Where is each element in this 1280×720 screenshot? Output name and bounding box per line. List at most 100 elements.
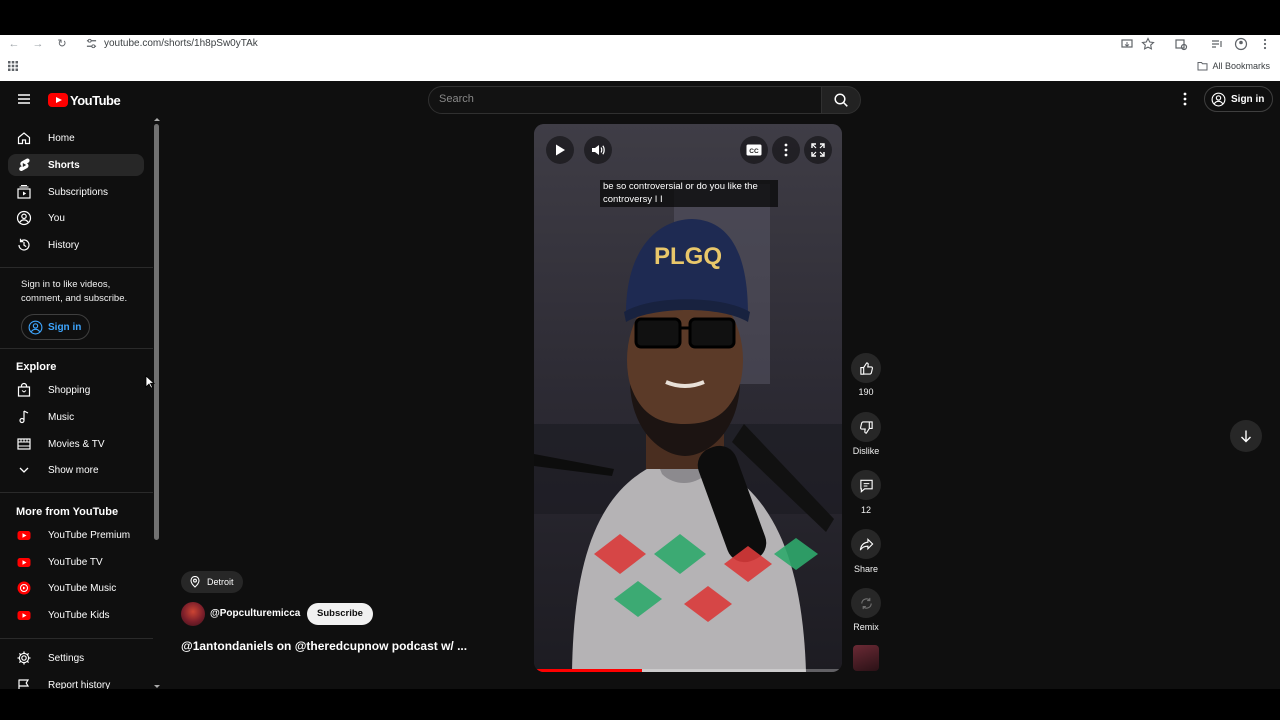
sidebar-item-label: Home (48, 132, 75, 144)
youtube-logo-icon (48, 93, 68, 107)
sidebar-item-label: YouTube Kids (48, 609, 110, 621)
player-more-button[interactable] (772, 136, 800, 164)
sidebar-sign-in-button[interactable]: Sign in (21, 314, 91, 340)
all-bookmarks[interactable]: All Bookmarks (1197, 60, 1270, 72)
folder-icon (1197, 62, 1208, 71)
youtube-premium-icon (17, 531, 31, 540)
gear-icon (17, 651, 31, 665)
comments-button[interactable] (851, 470, 881, 500)
sign-in-button[interactable]: Sign in (1204, 86, 1274, 112)
search-input[interactable] (439, 93, 799, 105)
location-chip[interactable]: Detroit (181, 571, 243, 593)
browser-chrome: ← → ↻ youtube.com/shorts/1h8pSw0yTAk All… (0, 35, 1280, 81)
sidebar-item-label: Show more (48, 464, 99, 476)
share-button[interactable] (851, 529, 881, 559)
browser-menu-icon[interactable] (1258, 37, 1272, 51)
video-progress-bar[interactable] (534, 669, 842, 672)
sidebar-divider (0, 348, 153, 349)
account-icon (1211, 92, 1226, 106)
play-button[interactable] (546, 136, 574, 164)
channel-thumbnail[interactable] (853, 645, 879, 671)
reload-icon[interactable]: ↻ (54, 37, 70, 51)
sidebar-item-shorts[interactable]: Shorts (8, 154, 144, 176)
comment-icon (859, 479, 873, 493)
sidebar-item-home[interactable]: Home (8, 127, 144, 149)
closed-captions-icon: CC (746, 144, 762, 156)
music-note-icon (19, 410, 29, 424)
search-button[interactable] (821, 86, 861, 114)
home-icon (17, 132, 31, 145)
address-bar[interactable]: youtube.com/shorts/1h8pSw0yTAk (104, 37, 258, 51)
extension-icon[interactable] (1174, 37, 1188, 51)
fullscreen-button[interactable] (804, 136, 832, 164)
svg-text:CC: CC (749, 148, 759, 155)
site-info-icon[interactable] (86, 38, 97, 49)
scroll-up-arrow-icon[interactable] (153, 116, 161, 122)
share-icon (859, 537, 873, 550)
sidebar-item-history[interactable]: History (8, 234, 144, 256)
sidebar-scrollbar[interactable] (154, 124, 159, 540)
chevron-down-icon (19, 467, 29, 473)
dislike-button[interactable] (851, 412, 881, 442)
sidebar-item-music[interactable]: Music (8, 406, 144, 428)
sidebar-divider (0, 492, 153, 493)
search-box (428, 86, 822, 114)
search-icon (834, 93, 848, 107)
sidebar-item-subscriptions[interactable]: Subscriptions (8, 181, 144, 203)
sidebar-sign-in-label: Sign in (48, 321, 82, 333)
media-controls-icon[interactable] (1210, 37, 1224, 51)
back-icon[interactable]: ← (6, 37, 22, 51)
sidebar-item-show-more[interactable]: Show more (8, 459, 144, 481)
video-title[interactable]: @1antondaniels on @theredcupnow podcast … (181, 639, 467, 653)
fullscreen-icon (811, 143, 825, 157)
comment-count: 12 (860, 505, 871, 515)
install-app-icon[interactable] (1120, 37, 1134, 51)
sidebar-item-label: YouTube Premium (48, 529, 131, 541)
sidebar-item-movies-tv[interactable]: Movies & TV (8, 433, 144, 455)
sidebar-item-youtube-kids[interactable]: YouTube Kids (8, 604, 144, 626)
mouse-cursor-icon (145, 375, 155, 389)
next-video-button[interactable] (1230, 420, 1262, 452)
captions-button[interactable]: CC (740, 136, 768, 164)
apps-grid-icon[interactable] (8, 61, 18, 71)
sidebar-item-you[interactable]: You (8, 207, 144, 229)
subscribe-button[interactable]: Subscribe (307, 603, 373, 625)
sidebar-item-youtube-premium[interactable]: YouTube Premium (8, 524, 144, 546)
sidebar-item-settings[interactable]: Settings (8, 647, 144, 669)
location-pin-icon (190, 576, 200, 588)
share-label: Share (853, 564, 879, 574)
more-vertical-icon (784, 143, 788, 157)
sidebar-item-label: Shorts (48, 159, 80, 171)
star-icon[interactable] (1141, 37, 1155, 51)
explore-heading: Explore (16, 361, 57, 373)
sidebar-item-label: History (48, 239, 80, 251)
remix-button[interactable] (851, 588, 881, 618)
like-count: 190 (858, 387, 874, 397)
sidebar-item-shopping[interactable]: Shopping (8, 379, 144, 401)
like-button[interactable] (851, 353, 881, 383)
menu-icon[interactable] (16, 91, 32, 107)
forward-icon[interactable]: → (30, 37, 46, 51)
film-icon (17, 438, 31, 450)
youtube-logo[interactable]: YouTube (48, 91, 121, 109)
profile-icon[interactable] (1234, 37, 1248, 51)
sidebar-item-label: Settings (48, 652, 85, 664)
cap-text: PLGQ (654, 243, 722, 270)
remix-label: Remix (853, 622, 879, 632)
sidebar-item-label: YouTube TV (48, 556, 103, 568)
more-from-youtube-heading: More from YouTube (16, 506, 119, 518)
sidebar-item-label: Movies & TV (48, 438, 105, 450)
channel-avatar[interactable] (181, 602, 205, 626)
user-circle-icon (16, 210, 32, 226)
channel-name[interactable]: @Popculturemicca (210, 608, 300, 619)
shorts-video-player[interactable]: PLGQ CC be so controversial or do you li… (534, 124, 842, 672)
sidebar-item-label: Subscriptions (48, 186, 109, 198)
more-options-icon[interactable] (1178, 91, 1192, 107)
top-letterbox (0, 0, 1280, 35)
sidebar-item-youtube-music[interactable]: YouTube Music (8, 577, 144, 599)
thumbs-down-icon (859, 420, 873, 434)
thumbs-up-icon (859, 361, 873, 375)
sidebar-item-label: Music (48, 411, 75, 423)
volume-button[interactable] (584, 136, 612, 164)
sidebar-item-youtube-tv[interactable]: YouTube TV (8, 551, 144, 573)
